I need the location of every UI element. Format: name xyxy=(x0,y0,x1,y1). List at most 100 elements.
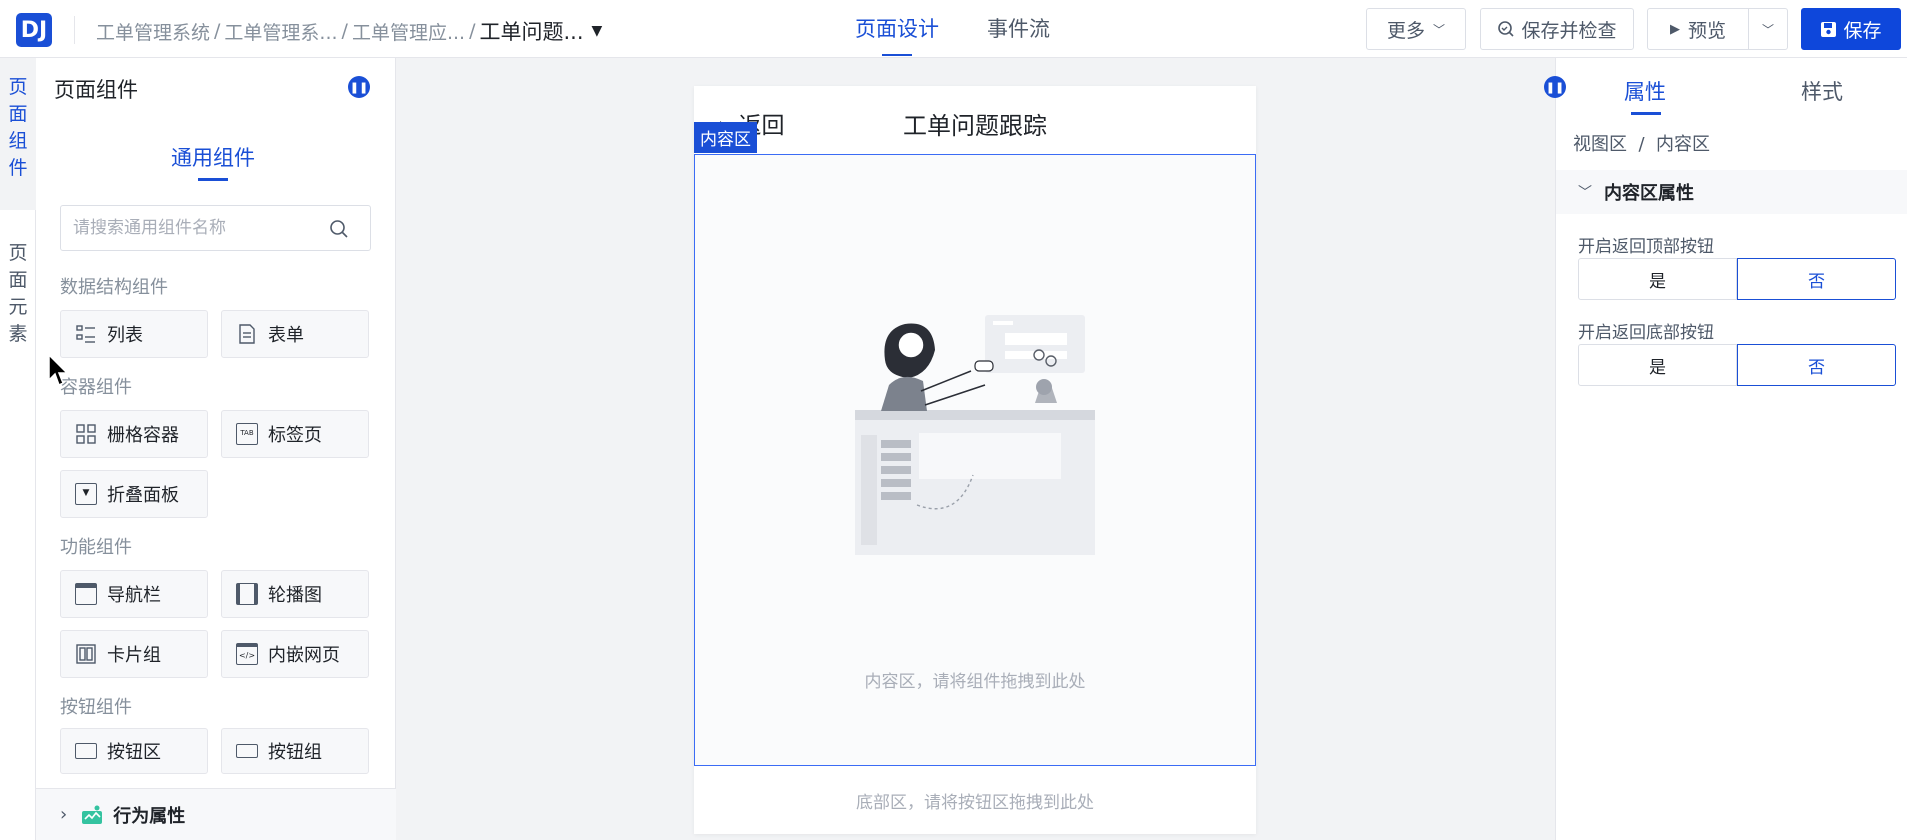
option-no[interactable]: 否 xyxy=(1737,258,1896,300)
button-area-icon xyxy=(75,743,97,759)
save-button[interactable]: 保存 xyxy=(1801,8,1901,50)
footer-drop-hint[interactable]: 底部区，请将按钮区拖拽到此处 xyxy=(694,788,1256,813)
card-label: 按钮区 xyxy=(107,742,161,763)
breadcrumb-separator: / xyxy=(341,20,348,42)
chevron-down-icon: ﹀ xyxy=(1433,22,1446,37)
search-icon[interactable] xyxy=(328,218,350,240)
behavior-icon xyxy=(82,805,103,824)
check-search-icon xyxy=(1498,21,1515,37)
save-icon xyxy=(1821,21,1837,37)
content-drop-zone[interactable]: 内容区，请将组件拖拽到此处 xyxy=(694,154,1256,766)
property-label: 开启返回顶部按钮 xyxy=(1578,237,1714,257)
breadcrumb-item[interactable]: 工单管理系... xyxy=(224,18,337,45)
component-card-button-area[interactable]: 按钮区 xyxy=(60,728,208,774)
collapse-left-panel-icon[interactable]: ❚❚ xyxy=(348,76,370,98)
behavior-properties-toggle[interactable]: › 行为属性 xyxy=(36,788,396,840)
preview-button[interactable]: ▶ 预览 xyxy=(1647,8,1749,50)
empty-state-illustration xyxy=(855,315,1095,555)
tab-icon: TAB xyxy=(236,423,258,445)
card-label: 标签页 xyxy=(268,425,322,446)
top-bar: DJ 工单管理系统 / 工单管理系... / 工单管理应... / 工单问题..… xyxy=(0,0,1907,58)
component-card-form[interactable]: 表单 xyxy=(221,310,369,358)
breadcrumb-item[interactable]: 工单管理应... xyxy=(352,18,465,45)
phone-header: ‹ 返回 工单问题跟踪 xyxy=(694,86,1256,154)
grid-icon xyxy=(75,423,97,445)
breadcrumb-separator: / xyxy=(214,20,221,42)
rail-item-page-elements[interactable]: 页 面 元 素 xyxy=(0,224,36,364)
navbar-icon xyxy=(75,583,97,605)
breadcrumb-item[interactable]: 工单管理系统 xyxy=(96,18,210,45)
current-page-selector[interactable]: 工单问题... xyxy=(479,16,583,46)
card-label: 卡片组 xyxy=(107,645,161,666)
mouse-cursor-icon xyxy=(48,354,69,387)
card-label: 内嵌网页 xyxy=(268,645,340,666)
save-check-label: 保存并检查 xyxy=(1521,19,1617,42)
more-label: 更多 xyxy=(1386,19,1425,42)
tab-page-design[interactable]: 页面设计 xyxy=(855,0,939,58)
component-card-list[interactable]: 列表 xyxy=(60,310,208,358)
button-group-icon xyxy=(236,744,258,758)
card-label: 表单 xyxy=(268,325,304,346)
content-area-tag: 内容区 xyxy=(694,122,757,153)
section-content-area-properties[interactable]: ﹀ 内容区属性 xyxy=(1556,170,1907,214)
properties-panel: ❚❚ 属性 样式 视图区 / 内容区 ﹀ 内容区属性 开启返回顶部按钮 是 否 … xyxy=(1544,58,1907,840)
save-and-check-button[interactable]: 保存并检查 xyxy=(1480,8,1634,50)
group-title: 容器组件 xyxy=(60,377,132,398)
group-title: 按钮组件 xyxy=(60,697,132,718)
card-label: 折叠面板 xyxy=(107,485,179,506)
component-card-card-group[interactable]: 卡片组 xyxy=(60,630,208,678)
design-tabs: 页面设计 事件流 xyxy=(855,0,1098,58)
behavior-label: 行为属性 xyxy=(113,805,186,827)
carousel-icon xyxy=(236,583,258,605)
component-card-collapse-panel[interactable]: ▼ 折叠面板 xyxy=(60,470,208,518)
card-label: 轮播图 xyxy=(268,585,322,606)
component-card-navbar[interactable]: 导航栏 xyxy=(60,570,208,618)
component-card-iframe[interactable]: </> 内嵌网页 xyxy=(221,630,369,678)
divider xyxy=(74,16,75,44)
breadcrumb-separator: / xyxy=(469,20,476,42)
code-window-icon: </> xyxy=(236,643,258,665)
option-yes[interactable]: 是 xyxy=(1578,258,1737,300)
content-drop-hint: 内容区，请将组件拖拽到此处 xyxy=(864,672,1086,692)
tab-styles[interactable]: 样式 xyxy=(1801,76,1843,106)
collapse-right-panel-icon[interactable]: ❚❚ xyxy=(1544,76,1566,98)
component-search xyxy=(60,205,371,251)
back-to-top-toggle: 是 否 xyxy=(1578,258,1896,300)
play-icon: ▶ xyxy=(1669,21,1680,37)
back-to-bottom-toggle: 是 否 xyxy=(1578,344,1896,386)
chevron-down-icon: ﹀ xyxy=(1761,22,1774,37)
section-title: 内容区属性 xyxy=(1604,183,1694,204)
tab-properties[interactable]: 属性 xyxy=(1624,76,1666,106)
app-logo[interactable]: DJ xyxy=(16,13,52,47)
card-label: 按钮组 xyxy=(268,742,322,763)
save-label: 保存 xyxy=(1843,19,1882,42)
component-card-grid-container[interactable]: 栅格容器 xyxy=(60,410,208,458)
more-button[interactable]: 更多 ﹀ xyxy=(1366,8,1466,50)
tab-common-components[interactable]: 通用组件 xyxy=(171,142,255,172)
document-icon xyxy=(236,323,258,345)
option-no[interactable]: 否 xyxy=(1737,344,1896,386)
tab-event-flow[interactable]: 事件流 xyxy=(987,0,1050,58)
chevron-down-icon[interactable]: ▼ xyxy=(592,23,603,39)
list-icon xyxy=(75,323,97,345)
property-breadcrumb: 视图区 / 内容区 xyxy=(1573,134,1710,155)
rail-item-page-components[interactable]: 页 面 组 件 xyxy=(0,58,36,210)
component-card-tabs[interactable]: TAB 标签页 xyxy=(221,410,369,458)
component-card-carousel[interactable]: 轮播图 xyxy=(221,570,369,618)
chevron-right-icon: › xyxy=(60,804,68,825)
card-label: 栅格容器 xyxy=(107,425,179,446)
tab-underline xyxy=(198,178,228,181)
panel-title: 页面组件 xyxy=(54,78,138,102)
option-yes[interactable]: 是 xyxy=(1578,344,1737,386)
search-input[interactable] xyxy=(61,206,311,250)
group-title: 功能组件 xyxy=(60,537,132,558)
breadcrumb: 工单管理系统 / 工单管理系... / 工单管理应... / 工单问题... ▼ xyxy=(96,16,602,46)
group-title: 数据结构组件 xyxy=(60,277,168,298)
component-card-button-group[interactable]: 按钮组 xyxy=(221,728,369,774)
card-label: 导航栏 xyxy=(107,585,161,606)
page-title: 工单问题跟踪 xyxy=(903,112,1047,140)
phone-canvas: ‹ 返回 工单问题跟踪 内容区 xyxy=(694,86,1256,834)
tab-underline xyxy=(1631,112,1661,115)
card-label: 列表 xyxy=(107,325,143,346)
preview-dropdown-button[interactable]: ﹀ xyxy=(1748,8,1788,50)
